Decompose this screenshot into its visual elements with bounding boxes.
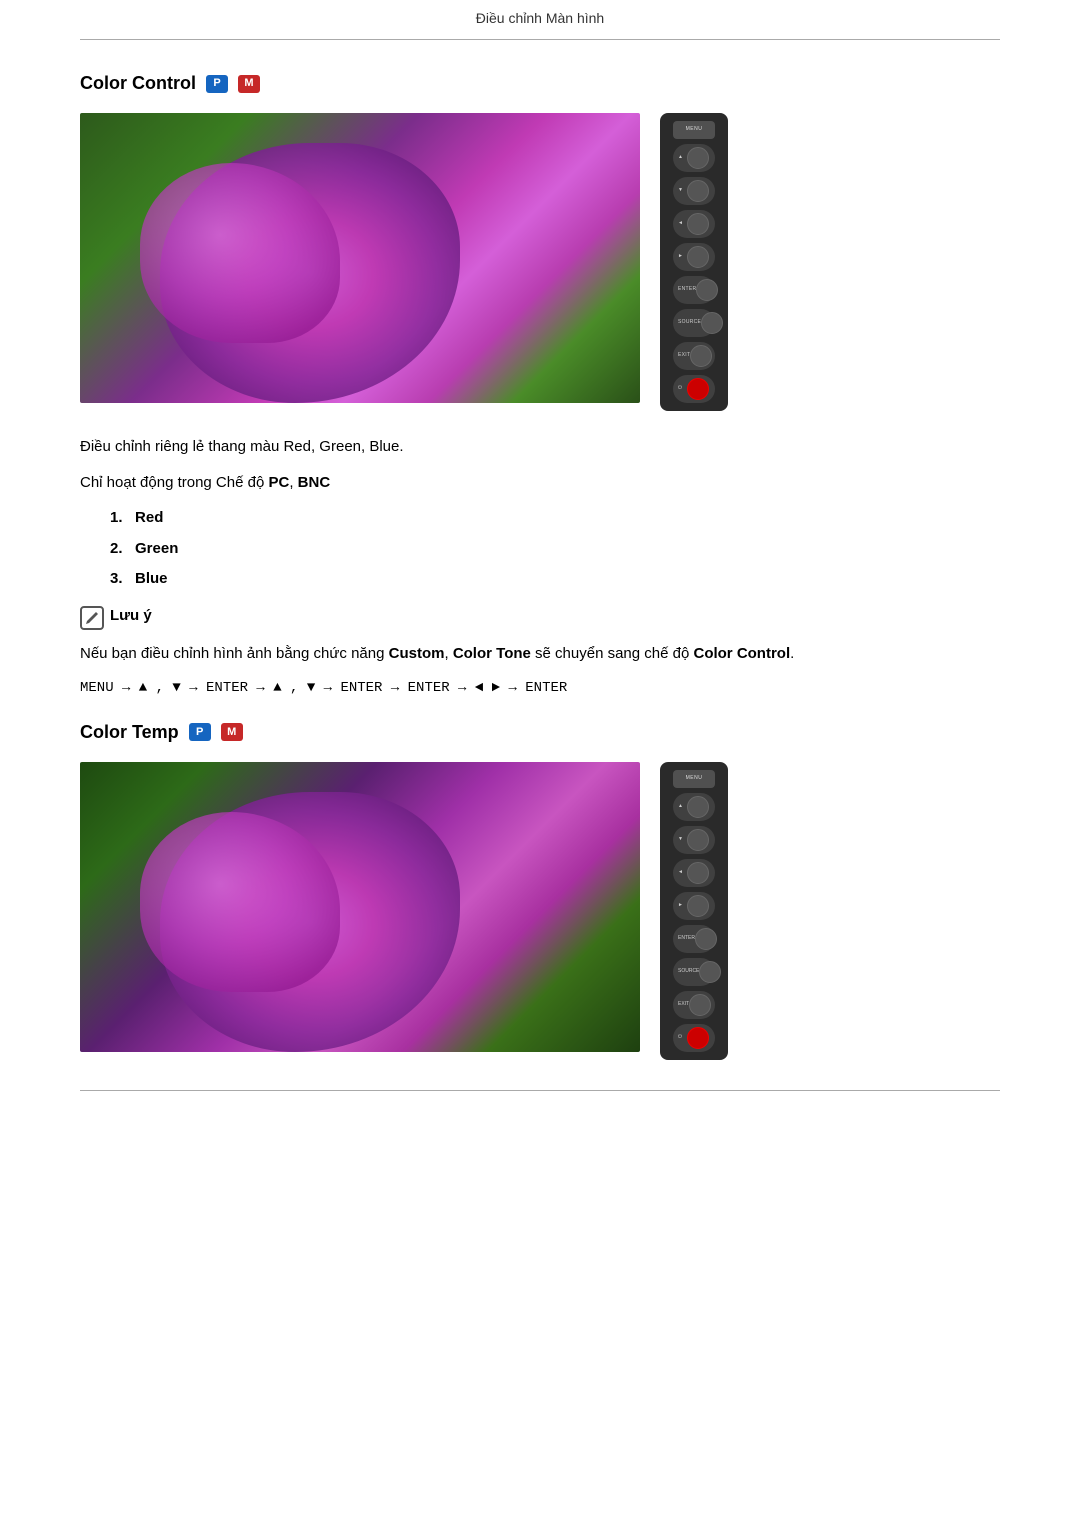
color-control-desc1: Điều chỉnh riêng lẻ thang màu Red, Green… [80,435,1000,459]
remote-btn-circle-2 [687,796,709,818]
note-box: Lưu ý [80,605,1000,630]
remote-btn-circle [696,279,718,301]
remote-btn-circle [701,312,723,334]
color-control-desc2: Chỉ hoạt động trong Chế độ PC, BNC [80,471,1000,495]
color-control-title: Color Control P M [80,70,1000,97]
remote-control-1: MENU ▲ ▼ ◄ ► ENTER [660,113,728,411]
remote-down-button-2[interactable]: ▼ [673,826,715,854]
header-title: Điều chỉnh Màn hình [476,10,604,26]
remote-power-circle [687,378,709,400]
list-item-green: 2. Green [110,538,1000,561]
color-temp-image-section: MENU ▲ ▼ ◄ ► ENTER SOUR [80,762,1000,1060]
color-temp-title: Color Temp P M [80,719,1000,746]
remote-menu-label: MENU [686,126,703,134]
remote-exit-button[interactable]: EXIT [673,342,715,370]
list-item-blue: 3. Blue [110,568,1000,591]
remote-up-label: ▲ [678,154,683,162]
remote-btn-circle [687,246,709,268]
remote-power-button-2[interactable]: ⏻ [673,1024,715,1052]
color-temp-flower-image [80,762,640,1052]
remote-control-2: MENU ▲ ▼ ◄ ► ENTER SOUR [660,762,728,1060]
remote-enter-button-2[interactable]: ENTER [673,925,715,953]
remote-source-button-2[interactable]: SOURCE [673,958,715,986]
remote-menu-label-2: MENU [686,775,703,783]
color-temp-badge-m: M [221,723,243,741]
remote-menu-button[interactable]: MENU [673,121,715,139]
remote-btn-circle-2 [699,961,721,983]
remote-right-button-2[interactable]: ► [673,892,715,920]
page-header: Điều chỉnh Màn hình [80,0,1000,40]
remote-up-button-2[interactable]: ▲ [673,793,715,821]
note-text: Lưu ý [110,605,152,628]
color-temp-badge-p: P [189,723,211,741]
color-control-flower-image [80,113,640,403]
remote-power-circle-2 [687,1027,709,1049]
note-icon [80,606,104,630]
badge-p: P [206,75,228,93]
remote-btn-circle-2 [687,862,709,884]
remote-left-label: ◄ [678,220,683,228]
remote-btn-circle-2 [687,895,709,917]
remote-down-button[interactable]: ▼ [673,177,715,205]
remote-source-button[interactable]: SOURCE [673,309,715,337]
remote-btn-circle-2 [687,829,709,851]
remote-power-label: ⏻ [678,385,682,393]
remote-btn-circle [687,213,709,235]
remote-btn-circle [687,147,709,169]
remote-down-label: ▼ [678,187,683,195]
list-item-red: 1. Red [110,507,1000,530]
color-control-image-section: MENU ▲ ▼ ◄ ► ENTER [80,113,1000,411]
remote-left-button[interactable]: ◄ [673,210,715,238]
remote-left-button-2[interactable]: ◄ [673,859,715,887]
badge-m: M [238,75,260,93]
menu-path-1: MENU → ▲ , ▼ → ENTER → ▲ , ▼ → ENTER → E… [80,678,1000,699]
remote-menu-button-2[interactable]: MENU [673,770,715,788]
remote-right-label: ► [678,253,683,261]
remote-exit-button-2[interactable]: EXIT [673,991,715,1019]
bottom-rule [80,1090,1000,1091]
remote-power-button[interactable]: ⏻ [673,375,715,403]
remote-right-button[interactable]: ► [673,243,715,271]
note-content-text: Nếu bạn điều chỉnh hình ảnh bằng chức nă… [80,642,1000,666]
remote-enter-button[interactable]: ENTER [673,276,715,304]
pencil-icon [85,611,99,625]
remote-btn-circle [687,180,709,202]
remote-up-button[interactable]: ▲ [673,144,715,172]
remote-btn-circle [690,345,712,367]
remote-btn-circle-2 [695,928,717,950]
remote-btn-circle-2 [689,994,711,1016]
